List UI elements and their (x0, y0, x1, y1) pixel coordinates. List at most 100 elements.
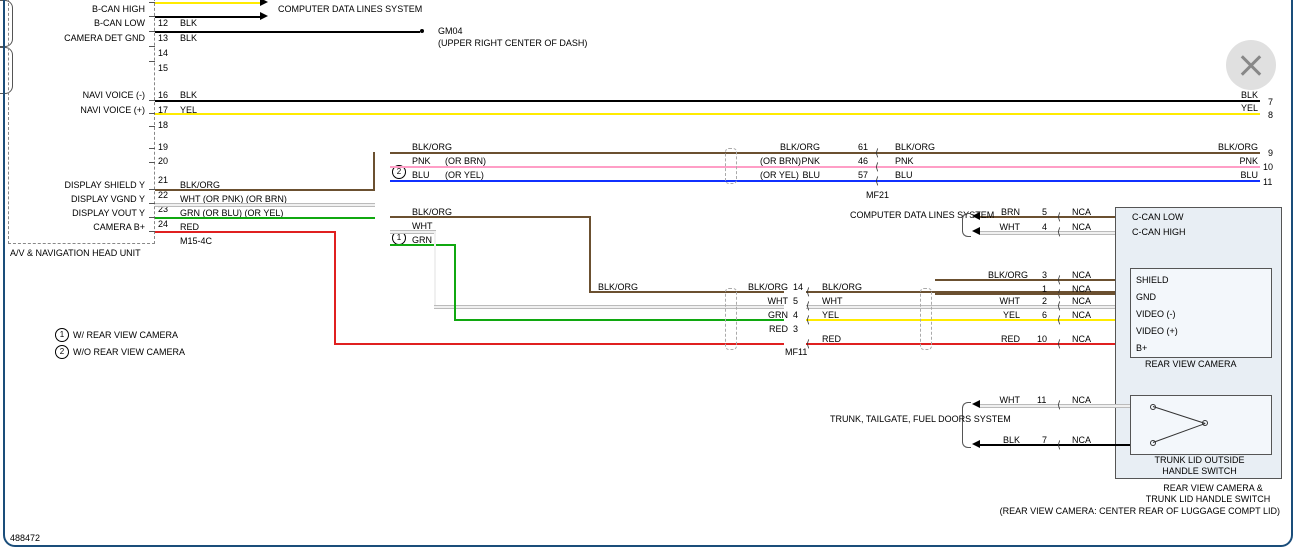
wire-color: WHT (822, 296, 843, 306)
pin-num: 4 (1042, 222, 1047, 232)
wire-color: BLU (1220, 170, 1258, 180)
pin-num: 61 (858, 142, 868, 152)
pin-num: 18 (158, 120, 168, 130)
right-pin: 7 (1268, 97, 1273, 107)
wire-pnk (390, 166, 1260, 168)
wire-blk (155, 31, 420, 33)
splice-icon (725, 148, 737, 184)
dest-label: COMPUTER DATA LINES SYSTEM (850, 210, 960, 220)
pin-num: 20 (158, 156, 168, 166)
diagram-frame (3, 0, 1293, 547)
wire-color: BLK/ORG (598, 282, 638, 292)
right-pin: 11 (1263, 177, 1272, 187)
pin-num: 57 (858, 170, 868, 180)
nca-label: NCA (1072, 334, 1091, 344)
wire-blkorg (155, 189, 375, 191)
pin-num: 16 (158, 90, 168, 100)
wire-color: WHT (740, 296, 788, 306)
gm04-loc: (UPPER RIGHT CENTER OF DASH) (438, 38, 538, 48)
legend-2: W/O REAR VIEW CAMERA (73, 347, 185, 357)
nca-label: NCA (1072, 310, 1091, 320)
wire-color: BLK/ORG (760, 142, 820, 152)
bracket-icon (962, 402, 971, 448)
wire-color: BLU (412, 170, 430, 180)
camera-pin-label: VIDEO (-) (1136, 309, 1176, 319)
wire-color: WHT (990, 222, 1020, 232)
right-pin: 8 (1268, 110, 1273, 120)
nca-label: NCA (1072, 207, 1091, 217)
wire-color: BLK (180, 18, 197, 28)
right-pin: 9 (1268, 148, 1273, 158)
wire-color: BLK (990, 435, 1020, 445)
wire-blkorg (390, 152, 1260, 154)
wire-grn (155, 217, 375, 219)
wire-v (454, 244, 456, 320)
dest-label: TRUNK, TAILGATE, FUEL DOORS SYSTEM (830, 414, 955, 424)
wire-color: YEL (1230, 103, 1258, 113)
wire-color: RED (990, 334, 1020, 344)
pin-num: 13 (158, 33, 168, 43)
gm04-label: GM04 (438, 26, 463, 36)
arrow-icon (972, 440, 980, 448)
wire-alt: (OR BRN) (760, 156, 801, 166)
mf21-label: MF21 (866, 190, 889, 200)
wire-color: BLU (895, 170, 913, 180)
pin-label: DISPLAY VOUT Y (20, 208, 145, 218)
wire-wht (155, 203, 375, 207)
wire-color: PNK (412, 156, 431, 166)
pin-num: 15 (158, 63, 168, 73)
wire-color: BLK/ORG (895, 142, 935, 152)
camera-pin-label: C-CAN HIGH (1132, 227, 1186, 237)
right-pin: 10 (1263, 162, 1273, 172)
wire-color: BLK (180, 90, 197, 100)
pin-num: 14 (158, 48, 168, 58)
nca-label: NCA (1072, 395, 1091, 405)
nca-label: NCA (1072, 296, 1091, 306)
wire-color: PNK (1220, 156, 1258, 166)
wire-color: RED (822, 334, 841, 344)
wire-blk (155, 100, 1260, 102)
pin-num: 19 (158, 142, 168, 152)
pin-num: 5 (1042, 207, 1047, 217)
switch-title2: HANDLE SWITCH (1142, 466, 1257, 476)
wire-color: PNK (895, 156, 914, 166)
wire-alt: (OR BRN) (445, 156, 486, 166)
pin-num: 2 (1042, 296, 1047, 306)
pin-num: 22 (158, 190, 168, 200)
camera-pin-label: B+ (1136, 343, 1147, 353)
pin-num: 21 (158, 175, 168, 185)
wire-color: RED (740, 324, 788, 334)
nca-label: NCA (1072, 435, 1091, 445)
connector-id: M15-4C (180, 236, 212, 246)
pin-num: 3 (793, 324, 798, 334)
mf11-label: MF11 (785, 347, 807, 357)
nca-label: NCA (1072, 222, 1091, 232)
arrow-icon (972, 227, 980, 235)
wire-color: YEL (990, 310, 1020, 320)
pin-num: 3 (1042, 270, 1047, 280)
pin-label: NAVI VOICE (+) (40, 105, 145, 115)
wire-alt: (OR YEL) (760, 170, 799, 180)
pin-label: CAMERA B+ (40, 222, 145, 232)
close-button[interactable] (1226, 40, 1276, 90)
wire-color: GRN (740, 310, 788, 320)
wire-yel (155, 2, 260, 4)
wire-alt: (OR YEL) (445, 170, 484, 180)
camera-pin-label: C-CAN LOW (1132, 212, 1184, 222)
camera-title: REAR VIEW CAMERA (1145, 359, 1237, 369)
wire-color: BLK/ORG (980, 270, 1028, 280)
pin-label: B-CAN LOW (40, 18, 145, 28)
camera-pin-label: GND (1136, 292, 1156, 302)
ground-dot (420, 29, 424, 33)
wire-color: BLK/ORG (412, 207, 452, 217)
wire-color: WHT (990, 296, 1020, 306)
camera-pin-label: VIDEO (+) (1136, 326, 1178, 336)
doc-id: 488472 (10, 533, 40, 543)
option-2-badge: 2 (55, 345, 69, 359)
pin-num: 7 (1042, 435, 1047, 445)
wire-color: BLK (180, 33, 197, 43)
wire-v (589, 216, 591, 292)
pin-label: NAVI VOICE (-) (40, 90, 145, 100)
wire-red-v (334, 231, 336, 344)
wire-red (155, 231, 335, 233)
